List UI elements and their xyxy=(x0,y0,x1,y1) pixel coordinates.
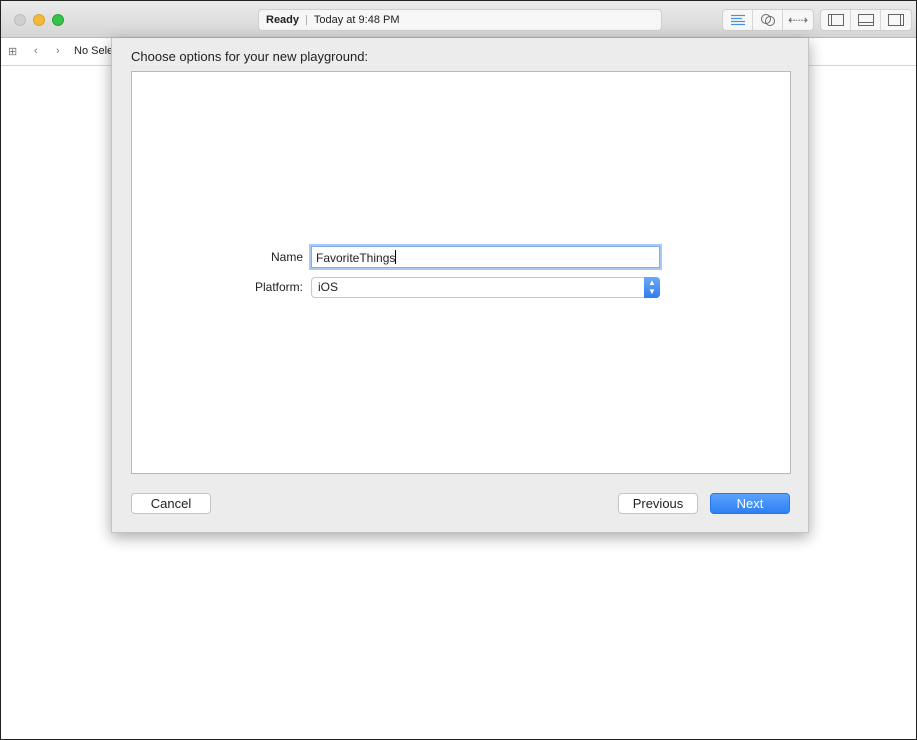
platform-label: Platform: xyxy=(254,280,303,294)
minimize-button[interactable] xyxy=(33,14,45,26)
back-icon[interactable]: ‹ xyxy=(34,45,38,57)
status-state: Ready xyxy=(266,14,300,26)
name-field[interactable]: FavoriteThings xyxy=(311,246,660,268)
name-label: Name xyxy=(270,250,303,264)
platform-value: iOS xyxy=(318,280,339,294)
related-items-icon[interactable]: ⊞ xyxy=(8,45,17,58)
panel-toggle-group xyxy=(820,9,912,31)
zoom-button[interactable] xyxy=(52,14,64,26)
name-value: FavoriteThings xyxy=(316,251,396,265)
standard-editor-icon[interactable] xyxy=(723,10,753,30)
previous-button[interactable]: Previous xyxy=(618,493,698,514)
options-panel: Name FavoriteThings Platform: iOS ▲ ▼ xyxy=(131,71,791,474)
utilities-panel-icon[interactable] xyxy=(881,10,911,30)
title-bar: Ready | Today at 9:48 PM ⇠⇢ xyxy=(1,1,916,38)
editor-mode-group: ⇠⇢ xyxy=(722,9,814,31)
sheet-title: Choose options for your new playground: xyxy=(131,49,369,64)
version-editor-icon[interactable]: ⇠⇢ xyxy=(783,10,813,30)
status-time: Today at 9:48 PM xyxy=(313,14,400,26)
assistant-editor-icon[interactable] xyxy=(753,10,783,30)
xcode-window: Ready | Today at 9:48 PM ⇠⇢ ⊞ ‹ › No Sele … xyxy=(0,0,917,740)
navigator-panel-icon[interactable] xyxy=(821,10,851,30)
new-playground-sheet: Choose options for your new playground: … xyxy=(111,38,809,533)
next-button[interactable]: Next xyxy=(710,493,790,514)
forward-icon[interactable]: › xyxy=(56,45,60,57)
cancel-button[interactable]: Cancel xyxy=(131,493,211,514)
breadcrumb[interactable]: No Sele xyxy=(74,45,113,57)
activity-status: Ready | Today at 9:48 PM xyxy=(258,9,662,31)
debug-panel-icon[interactable] xyxy=(851,10,881,30)
platform-popup[interactable]: iOS ▲ ▼ xyxy=(311,277,660,298)
chevron-up-down-icon: ▲ ▼ xyxy=(644,277,660,298)
close-button[interactable] xyxy=(14,14,26,26)
